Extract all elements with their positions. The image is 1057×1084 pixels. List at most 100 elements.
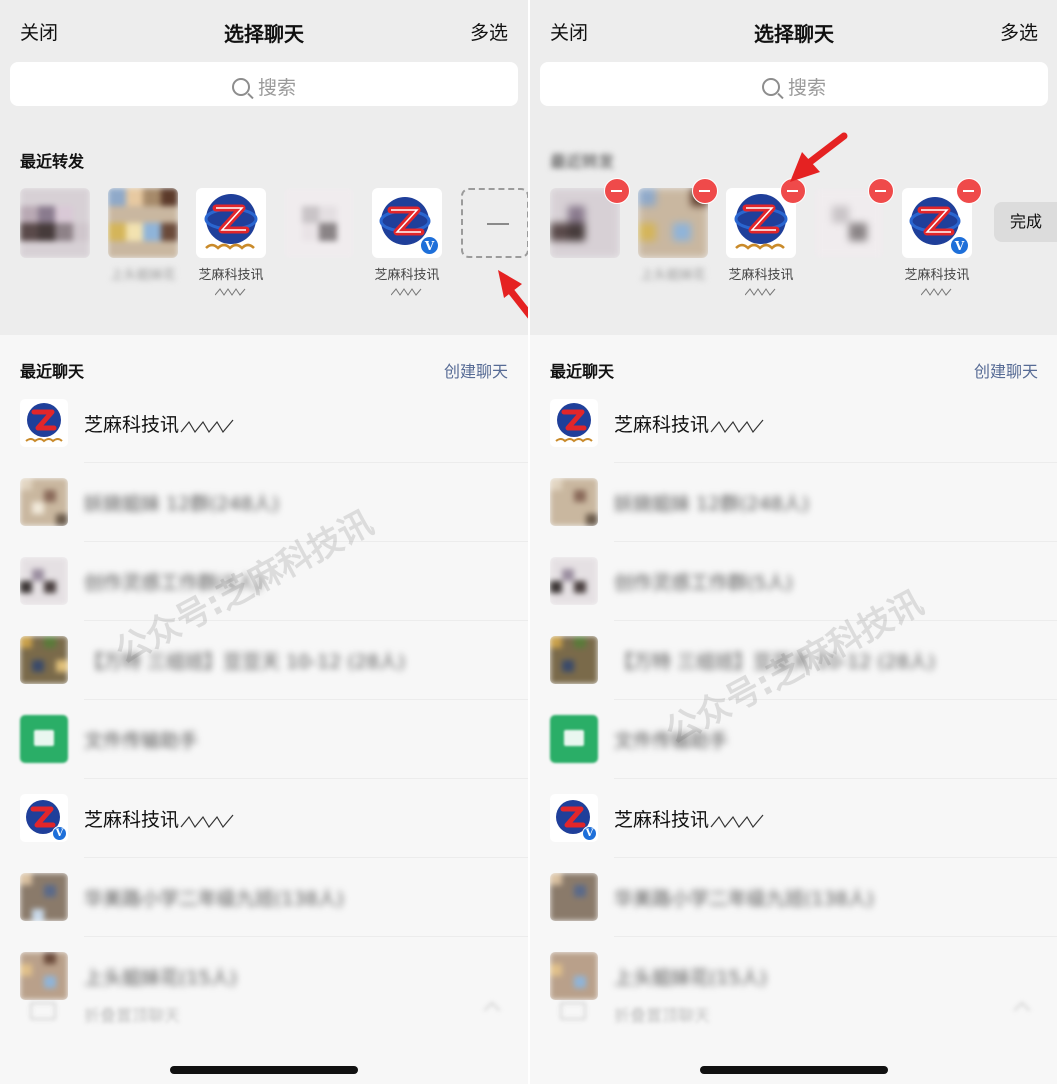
search-icon [761, 77, 780, 96]
chat-name: 文件传输助手 [614, 730, 729, 752]
avatar [550, 478, 598, 526]
recent-forward-title: 最近转发 [550, 152, 615, 171]
folder-icon [30, 1002, 56, 1020]
folded-chats-row[interactable]: 折叠置顶聊天 [0, 990, 528, 1034]
z-logo-icon [204, 194, 258, 250]
chat-name: 芝麻科技讯 [614, 410, 769, 437]
chat-name: 上头姐妹花(15人) [84, 967, 238, 989]
forward-item[interactable]: 芝麻科技讯 [196, 188, 266, 296]
chat-name: 华美路小学二年级九班(138人) [84, 888, 345, 910]
avatar [20, 188, 90, 258]
remove-icon[interactable] [780, 178, 806, 204]
avatar [550, 557, 598, 605]
chat-name: 芝麻科技讯 [614, 805, 769, 832]
home-indicator [700, 1066, 888, 1074]
forward-item-name: 芝麻科技讯 [716, 268, 806, 300]
chat-row[interactable]: V 芝麻科技讯 [530, 779, 1057, 858]
multi-select-button[interactable]: 多选 [1000, 18, 1038, 45]
recent-chats-title: 最近聊天 [20, 362, 85, 381]
folded-chats-row[interactable]: 折叠置顶聊天 [530, 990, 1057, 1034]
chat-row[interactable]: 创作灵感工作群(5人) [530, 542, 1057, 621]
file-helper-icon [550, 715, 598, 763]
verified-badge: V [52, 826, 67, 841]
scribble-icon [180, 419, 234, 433]
folded-chats-label: 折叠置顶聊天 [84, 1006, 181, 1025]
avatar [196, 188, 266, 258]
z-logo-icon [555, 403, 593, 443]
chevron-up-icon [483, 1001, 501, 1019]
chat-name: 上头姐妹花(15人) [614, 967, 768, 989]
remove-icon[interactable] [604, 178, 630, 204]
search-placeholder: 搜索 [787, 77, 826, 99]
create-chat-link[interactable]: 创建聊天 [974, 358, 1038, 382]
forward-item[interactable] [284, 188, 354, 258]
avatar [550, 636, 598, 684]
chat-row[interactable]: 芝麻科技讯 [530, 384, 1057, 463]
chat-name: 【万特 三组班】豆豆天 10-12 (28人) [84, 651, 406, 673]
search-input[interactable]: 搜索 [540, 62, 1048, 106]
forward-item-name: 芝麻科技讯 [892, 268, 982, 300]
search-icon [231, 77, 250, 96]
verified-badge: V [950, 236, 969, 255]
chat-row[interactable]: 文件传输助手 [530, 700, 1057, 779]
avatar [20, 873, 68, 921]
scribble-icon [710, 419, 764, 433]
file-helper-icon [20, 715, 68, 763]
forward-item-name: 芝麻科技讯 [362, 268, 452, 300]
nav-bar: 关闭 选择聊天 多选 [0, 0, 528, 62]
avatar [20, 557, 68, 605]
avatar: V [372, 188, 442, 258]
nav-bar: 关闭 选择聊天 多选 [530, 0, 1057, 62]
folded-chats-label: 折叠置顶聊天 [614, 1006, 711, 1025]
remove-icon[interactable] [956, 178, 982, 204]
avatar [108, 188, 178, 258]
chat-name: 芝麻科技讯 [84, 410, 239, 437]
done-button[interactable]: 完成 [994, 202, 1057, 242]
chat-row[interactable]: 【万特 三组班】豆豆天 10-12 (28人) [0, 621, 528, 700]
chat-row[interactable]: 妖娆姐妹 12群(248人) [530, 463, 1057, 542]
remove-icon[interactable] [692, 178, 718, 204]
right-screen: 关闭 选择聊天 多选 搜索 最近转发 上头姐妹花 芝麻科技讯 V 芝麻科技讯 完… [530, 0, 1057, 1084]
forward-item[interactable] [20, 188, 90, 258]
scribble-icon [215, 287, 246, 296]
z-logo-icon [25, 403, 63, 443]
remove-icon[interactable] [868, 178, 894, 204]
chat-row[interactable]: 文件传输助手 [0, 700, 528, 779]
chat-row[interactable]: 芝麻科技讯 [0, 384, 528, 463]
chat-row[interactable]: 华美路小学二年级九班(138人) [530, 858, 1057, 937]
chat-name: 【万特 三组班】豆豆天 10-12 (28人) [614, 651, 936, 673]
avatar [550, 873, 598, 921]
add-forward-slot[interactable] [461, 188, 528, 258]
left-screen: 关闭 选择聊天 多选 搜索 最近转发 上头姐妹花 芝麻科技讯 V 芝麻科技讯 最… [0, 0, 528, 1084]
chat-row[interactable]: 【万特 三组班】豆豆天 10-12 (28人) [530, 621, 1057, 700]
search-input[interactable]: 搜索 [10, 62, 518, 106]
chat-row[interactable]: 华美路小学二年级九班(138人) [0, 858, 528, 937]
avatar [20, 636, 68, 684]
scribble-icon [921, 287, 952, 296]
forward-item[interactable]: V 芝麻科技讯 [372, 188, 442, 296]
avatar [20, 399, 68, 447]
create-chat-link[interactable]: 创建聊天 [444, 358, 508, 382]
avatar [550, 399, 598, 447]
chat-name: 华美路小学二年级九班(138人) [614, 888, 875, 910]
home-indicator [170, 1066, 358, 1074]
forward-item[interactable]: 上头姐妹花 [108, 188, 178, 283]
forward-item-name: 上头姐妹花 [640, 268, 706, 283]
scribble-icon [180, 814, 234, 828]
avatar [20, 478, 68, 526]
chat-row[interactable]: 妖娆姐妹 12群(248人) [0, 463, 528, 542]
avatar [284, 188, 354, 258]
multi-select-button[interactable]: 多选 [470, 18, 508, 45]
chat-name: 创作灵感工作群(5人) [614, 572, 793, 594]
search-placeholder: 搜索 [257, 77, 296, 99]
chat-name: 文件传输助手 [84, 730, 199, 752]
chat-row[interactable]: 创作灵感工作群(5人) [0, 542, 528, 621]
recent-forward-title: 最近转发 [20, 152, 85, 171]
chat-name: 妖娆姐妹 12群(248人) [84, 493, 280, 515]
avatar: V [550, 794, 598, 842]
page-title: 选择聊天 [754, 22, 834, 46]
chat-name: 创作灵感工作群(5人) [84, 572, 263, 594]
chevron-up-icon [1013, 1001, 1031, 1019]
chat-row[interactable]: V 芝麻科技讯 [0, 779, 528, 858]
recent-chats-title: 最近聊天 [550, 362, 615, 381]
